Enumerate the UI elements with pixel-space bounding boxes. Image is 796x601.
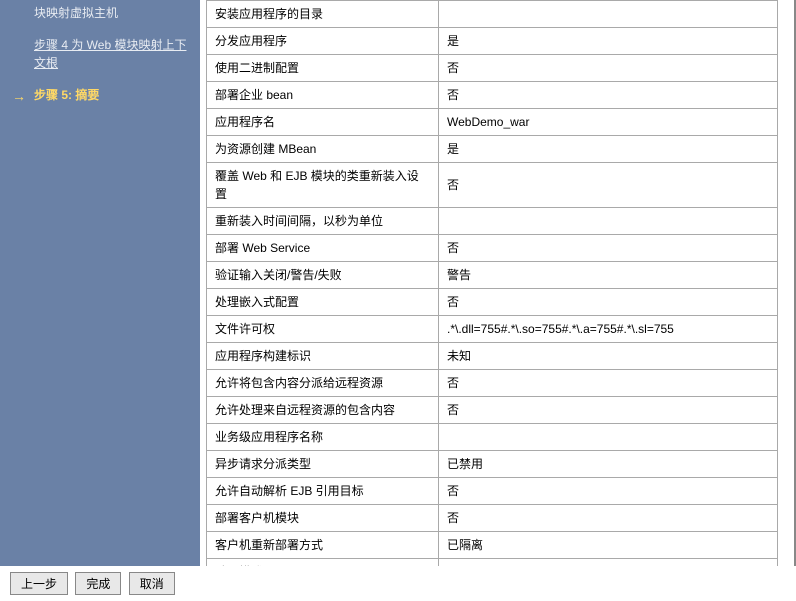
table-cell-value: 是 bbox=[439, 136, 778, 163]
button-bar: 上一步 完成 取消 bbox=[0, 566, 796, 601]
table-row: 业务级应用程序名称 bbox=[207, 424, 778, 451]
table-row: 部署客户机模块否 bbox=[207, 505, 778, 532]
table-cell-label: 允许处理来自远程资源的包含内容 bbox=[207, 397, 439, 424]
table-row: 应用程序名WebDemo_war bbox=[207, 109, 778, 136]
table-cell-value: 否 bbox=[439, 478, 778, 505]
table-cell-value: WebDemo_war bbox=[439, 109, 778, 136]
summary-table: 安装应用程序的目录分发应用程序是使用二进制配置否部署企业 bean否应用程序名W… bbox=[206, 0, 778, 566]
sidebar-item-step-5[interactable]: → 步骤 5: 摘要 bbox=[12, 82, 188, 114]
sidebar-item-step-virtual-host[interactable]: 块映射虚拟主机 bbox=[12, 0, 188, 32]
table-cell-value bbox=[439, 1, 778, 28]
table-row: 使用二进制配置否 bbox=[207, 55, 778, 82]
table-row: 部署企业 bean否 bbox=[207, 82, 778, 109]
table-cell-value: 否 bbox=[439, 397, 778, 424]
table-row: 处理嵌入式配置否 bbox=[207, 289, 778, 316]
table-row: 异步请求分派类型已禁用 bbox=[207, 451, 778, 478]
table-cell-label: 允许将包含内容分派给远程资源 bbox=[207, 370, 439, 397]
table-cell-value: 否 bbox=[439, 163, 778, 208]
wizard-sidebar: 块映射虚拟主机 步骤 4 为 Web 模块映射上下文根 → 步骤 5: 摘要 bbox=[0, 0, 200, 566]
right-border bbox=[788, 0, 796, 566]
sidebar-item-label: 块映射虚拟主机 bbox=[34, 6, 118, 20]
table-cell-label: 为资源创建 MBean bbox=[207, 136, 439, 163]
table-cell-label: 覆盖 Web 和 EJB 模块的类重新装入设置 bbox=[207, 163, 439, 208]
table-row: 分发应用程序是 bbox=[207, 28, 778, 55]
table-row: 文件许可权.*\.dll=755#.*\.so=755#.*\.a=755#.*… bbox=[207, 316, 778, 343]
table-cell-label: 客户机重新部署方式 bbox=[207, 532, 439, 559]
table-cell-label: 部署企业 bean bbox=[207, 82, 439, 109]
table-cell-value: 已禁用 bbox=[439, 451, 778, 478]
table-cell-label: 业务级应用程序名称 bbox=[207, 424, 439, 451]
sidebar-item-step-4[interactable]: 步骤 4 为 Web 模块映射上下文根 bbox=[12, 32, 188, 82]
arrow-right-icon: → bbox=[12, 86, 26, 107]
table-cell-label: 允许自动解析 EJB 引用目标 bbox=[207, 478, 439, 505]
sidebar-item-label: 步骤 4 为 Web 模块映射上下文根 bbox=[34, 38, 186, 70]
cancel-button[interactable]: 取消 bbox=[129, 572, 175, 595]
table-row: 为资源创建 MBean是 bbox=[207, 136, 778, 163]
sidebar-item-label: 步骤 5: 摘要 bbox=[34, 88, 99, 102]
table-cell-value: 警告 bbox=[439, 262, 778, 289]
table-cell-value: .*\.dll=755#.*\.so=755#.*\.a=755#.*\.sl=… bbox=[439, 316, 778, 343]
table-cell-value: 是 bbox=[439, 28, 778, 55]
table-row: 允许自动解析 EJB 引用目标否 bbox=[207, 478, 778, 505]
table-cell-value: 否 bbox=[439, 289, 778, 316]
table-row: 覆盖 Web 和 EJB 模块的类重新装入设置否 bbox=[207, 163, 778, 208]
table-cell-label: 文件许可权 bbox=[207, 316, 439, 343]
table-cell-label: 分发应用程序 bbox=[207, 28, 439, 55]
finish-button[interactable]: 完成 bbox=[75, 572, 121, 595]
table-cell-value: 否 bbox=[439, 235, 778, 262]
table-row: 部署 Web Service否 bbox=[207, 235, 778, 262]
table-row: 验证输入关闭/警告/失败警告 bbox=[207, 262, 778, 289]
table-row: 验证模式否 bbox=[207, 559, 778, 567]
table-cell-label: 验证输入关闭/警告/失败 bbox=[207, 262, 439, 289]
table-row: 重新装入时间间隔，以秒为单位 bbox=[207, 208, 778, 235]
table-cell-value: 否 bbox=[439, 505, 778, 532]
table-cell-label: 部署客户机模块 bbox=[207, 505, 439, 532]
summary-content: 安装应用程序的目录分发应用程序是使用二进制配置否部署企业 bean否应用程序名W… bbox=[200, 0, 788, 566]
table-cell-label: 应用程序构建标识 bbox=[207, 343, 439, 370]
prev-button[interactable]: 上一步 bbox=[10, 572, 68, 595]
table-cell-label: 使用二进制配置 bbox=[207, 55, 439, 82]
table-cell-label: 重新装入时间间隔，以秒为单位 bbox=[207, 208, 439, 235]
table-row: 安装应用程序的目录 bbox=[207, 1, 778, 28]
table-cell-label: 异步请求分派类型 bbox=[207, 451, 439, 478]
table-row: 允许将包含内容分派给远程资源否 bbox=[207, 370, 778, 397]
table-cell-value: 未知 bbox=[439, 343, 778, 370]
table-row: 客户机重新部署方式已隔离 bbox=[207, 532, 778, 559]
table-cell-value: 否 bbox=[439, 559, 778, 567]
table-cell-label: 处理嵌入式配置 bbox=[207, 289, 439, 316]
table-cell-label: 部署 Web Service bbox=[207, 235, 439, 262]
table-cell-value bbox=[439, 208, 778, 235]
table-cell-label: 安装应用程序的目录 bbox=[207, 1, 439, 28]
table-row: 允许处理来自远程资源的包含内容否 bbox=[207, 397, 778, 424]
table-cell-value: 否 bbox=[439, 370, 778, 397]
table-cell-value: 否 bbox=[439, 82, 778, 109]
table-cell-value: 已隔离 bbox=[439, 532, 778, 559]
table-row: 应用程序构建标识未知 bbox=[207, 343, 778, 370]
table-cell-label: 验证模式 bbox=[207, 559, 439, 567]
table-cell-label: 应用程序名 bbox=[207, 109, 439, 136]
table-cell-value: 否 bbox=[439, 55, 778, 82]
table-cell-value bbox=[439, 424, 778, 451]
